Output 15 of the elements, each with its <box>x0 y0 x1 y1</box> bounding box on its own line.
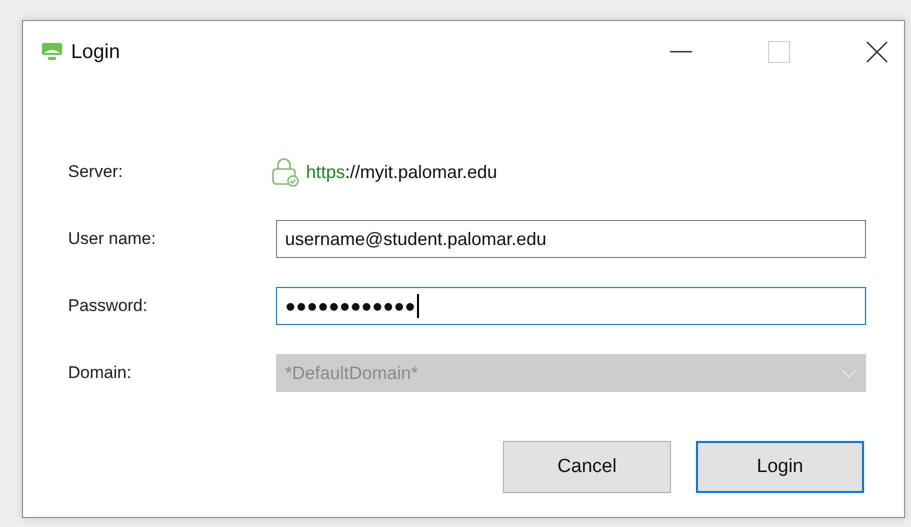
server-url: https://myit.palomar.edu <box>306 162 498 182</box>
field-label: Domain: <box>68 363 132 383</box>
input-field[interactable]: ●●●●●●●●●●●● <box>276 287 866 325</box>
chevron-down-icon <box>841 368 857 378</box>
monitor-icon <box>41 42 63 62</box>
login-button[interactable]: Login <box>696 441 864 493</box>
lock-icon <box>270 157 300 187</box>
minimize-icon[interactable] <box>670 51 692 53</box>
cancel-button[interactable]: Cancel <box>503 441 671 493</box>
input-field[interactable]: username@student.palomar.edu <box>276 220 866 258</box>
close-icon[interactable] <box>866 41 888 63</box>
window-title: Login <box>71 40 120 64</box>
field-label: User name: <box>68 229 157 249</box>
field-label: Password: <box>68 296 148 316</box>
field-label: Server: <box>68 162 124 182</box>
